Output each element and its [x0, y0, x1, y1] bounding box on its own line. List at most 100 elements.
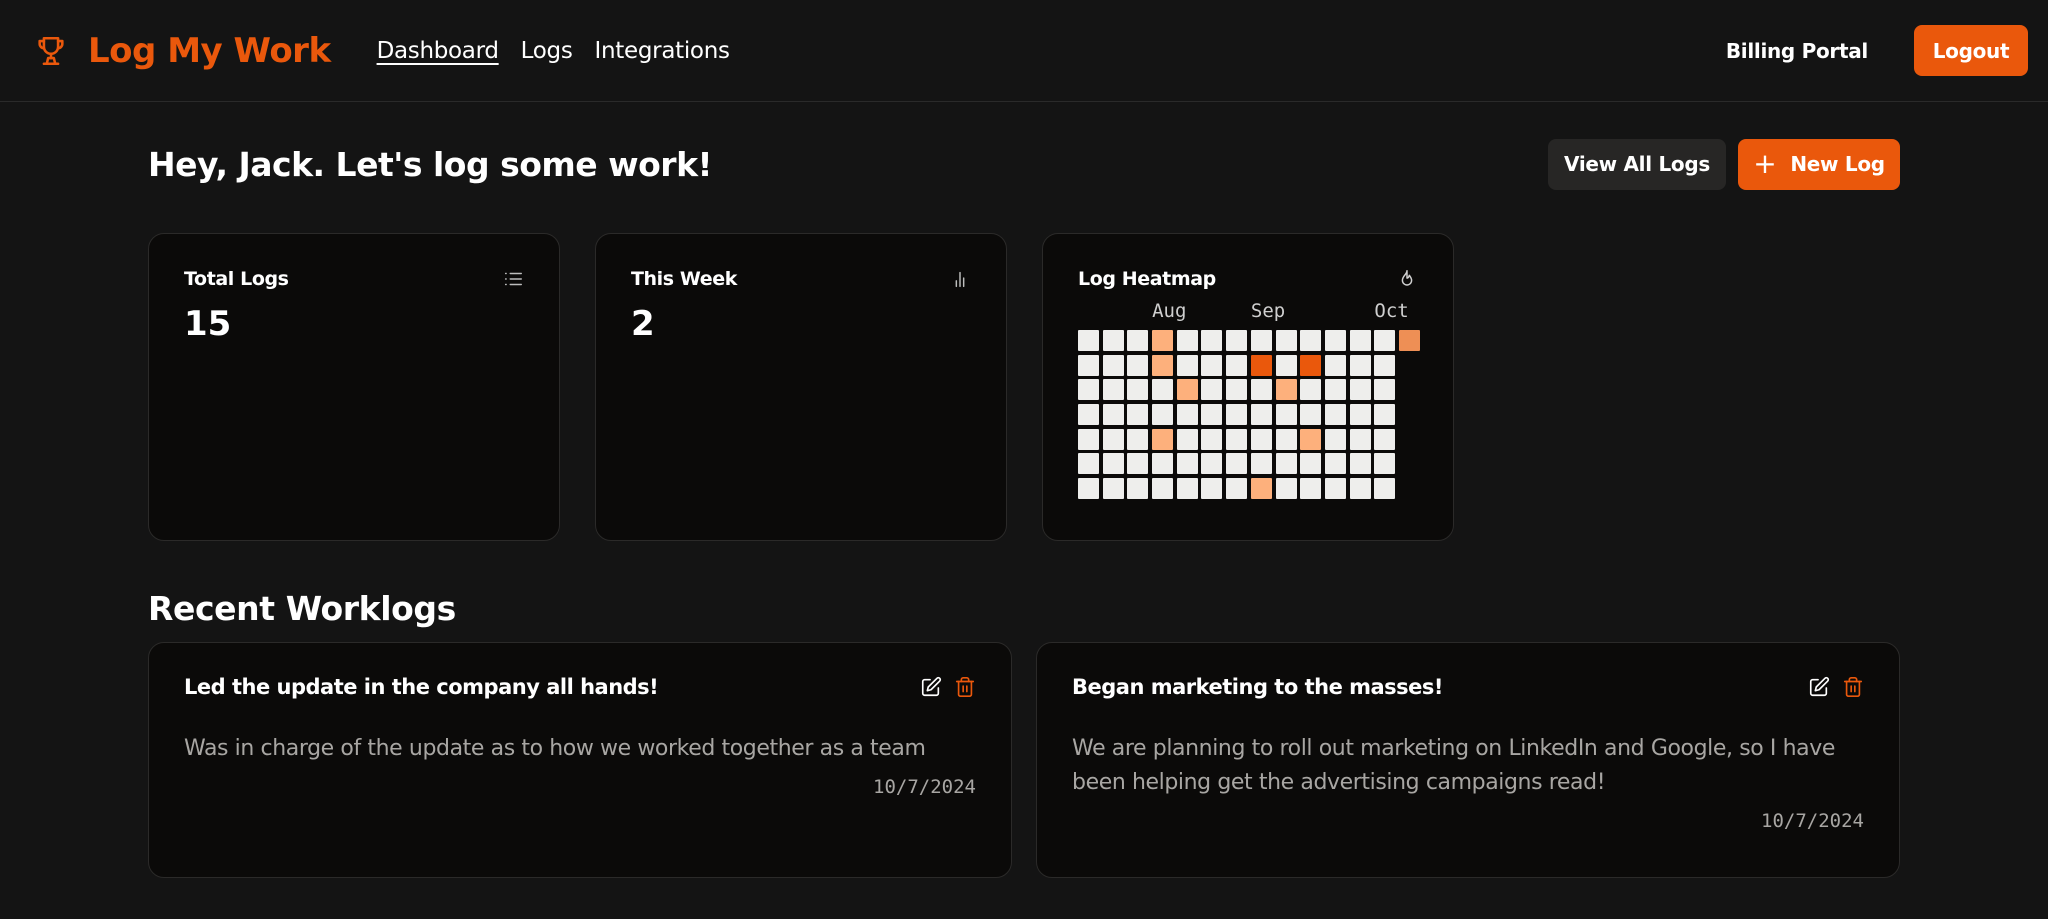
- heatmap-cell[interactable]: [1374, 478, 1396, 500]
- heatmap-cell[interactable]: [1176, 379, 1198, 401]
- heatmap-cell[interactable]: [1152, 428, 1174, 450]
- heatmap-cell[interactable]: [1275, 379, 1297, 401]
- trash-icon[interactable]: [954, 676, 976, 698]
- heatmap-cell[interactable]: [1127, 404, 1149, 426]
- view-all-logs-button[interactable]: View All Logs: [1548, 138, 1726, 190]
- heatmap-cell[interactable]: [1102, 404, 1124, 426]
- heatmap-cell[interactable]: [1300, 478, 1322, 500]
- heatmap-cell[interactable]: [1398, 330, 1420, 351]
- heatmap-cell[interactable]: [1324, 330, 1346, 351]
- heatmap-cell[interactable]: [1324, 354, 1346, 376]
- heatmap-cell[interactable]: [1102, 354, 1124, 376]
- heatmap-cell[interactable]: [1300, 404, 1322, 426]
- heatmap-cell[interactable]: [1226, 330, 1248, 351]
- heatmap-cell[interactable]: [1176, 354, 1198, 376]
- heatmap-cell[interactable]: [1078, 404, 1099, 426]
- heatmap-cell[interactable]: [1201, 478, 1223, 500]
- heatmap-cell[interactable]: [1152, 330, 1174, 351]
- heatmap-cell[interactable]: [1250, 453, 1272, 475]
- heatmap-cell[interactable]: [1201, 379, 1223, 401]
- heatmap-cell[interactable]: [1275, 404, 1297, 426]
- heatmap-cell[interactable]: [1275, 354, 1297, 376]
- heatmap-cell[interactable]: [1374, 453, 1396, 475]
- heatmap-cell[interactable]: [1201, 404, 1223, 426]
- nav-integrations[interactable]: Integrations: [595, 38, 730, 64]
- heatmap-cell[interactable]: [1349, 379, 1371, 401]
- heatmap-cell[interactable]: [1127, 478, 1149, 500]
- heatmap-cell[interactable]: [1324, 478, 1346, 500]
- heatmap-cell[interactable]: [1176, 453, 1198, 475]
- heatmap-cell[interactable]: [1275, 453, 1297, 475]
- heatmap-cell[interactable]: [1374, 354, 1396, 376]
- heatmap-cell[interactable]: [1324, 428, 1346, 450]
- heatmap-cell[interactable]: [1176, 330, 1198, 351]
- heatmap-cell[interactable]: [1324, 404, 1346, 426]
- heatmap-cell[interactable]: [1127, 428, 1149, 450]
- heatmap-cell[interactable]: [1300, 379, 1322, 401]
- heatmap-cell[interactable]: [1349, 330, 1371, 351]
- heatmap-cell[interactable]: [1078, 379, 1099, 401]
- heatmap-cell[interactable]: [1102, 379, 1124, 401]
- heatmap-cell[interactable]: [1201, 354, 1223, 376]
- heatmap-cell[interactable]: [1300, 330, 1322, 351]
- heatmap-cell[interactable]: [1349, 428, 1371, 450]
- heatmap-cell[interactable]: [1201, 453, 1223, 475]
- heatmap-cell[interactable]: [1374, 330, 1396, 351]
- heatmap-cell[interactable]: [1226, 379, 1248, 401]
- heatmap-cell[interactable]: [1324, 453, 1346, 475]
- heatmap-cell[interactable]: [1127, 379, 1149, 401]
- edit-icon[interactable]: [920, 676, 942, 698]
- worklog-card[interactable]: Began marketing to the masses! We are pl…: [1036, 642, 1900, 878]
- heatmap-cell[interactable]: [1078, 354, 1099, 376]
- heatmap-cell[interactable]: [1374, 428, 1396, 450]
- heatmap-cell[interactable]: [1102, 330, 1124, 351]
- heatmap-cell[interactable]: [1102, 428, 1124, 450]
- heatmap-cell[interactable]: [1349, 404, 1371, 426]
- heatmap-cell[interactable]: [1349, 478, 1371, 500]
- heatmap-cell[interactable]: [1374, 379, 1396, 401]
- heatmap-cell[interactable]: [1226, 453, 1248, 475]
- heatmap-cell[interactable]: [1176, 428, 1198, 450]
- heatmap-cell[interactable]: [1226, 478, 1248, 500]
- worklog-card[interactable]: Led the update in the company all hands!: [148, 642, 1012, 878]
- heatmap-cell[interactable]: [1201, 428, 1223, 450]
- heatmap-cell[interactable]: [1250, 428, 1272, 450]
- nav-dashboard[interactable]: Dashboard: [377, 38, 499, 64]
- heatmap-cell[interactable]: [1176, 404, 1198, 426]
- heatmap-cell[interactable]: [1250, 404, 1272, 426]
- heatmap-cell[interactable]: [1300, 453, 1322, 475]
- heatmap-cell[interactable]: [1127, 330, 1149, 351]
- heatmap-cell[interactable]: [1176, 478, 1198, 500]
- heatmap-cell[interactable]: [1226, 404, 1248, 426]
- heatmap-cell[interactable]: [1201, 330, 1223, 351]
- new-log-button[interactable]: + New Log: [1738, 138, 1900, 190]
- heatmap-cell[interactable]: [1078, 330, 1099, 351]
- heatmap-cell[interactable]: [1349, 354, 1371, 376]
- heatmap-cell[interactable]: [1078, 478, 1099, 500]
- heatmap-cell[interactable]: [1152, 453, 1174, 475]
- brand[interactable]: Log My Work: [34, 31, 331, 71]
- heatmap-cell[interactable]: [1102, 453, 1124, 475]
- heatmap-cell[interactable]: [1250, 330, 1272, 351]
- heatmap-cell[interactable]: [1300, 354, 1322, 376]
- heatmap-cell[interactable]: [1127, 354, 1149, 376]
- heatmap-cell[interactable]: [1275, 428, 1297, 450]
- heatmap-cell[interactable]: [1226, 354, 1248, 376]
- heatmap-cell[interactable]: [1152, 404, 1174, 426]
- heatmap-cell[interactable]: [1152, 354, 1174, 376]
- heatmap-cell[interactable]: [1226, 428, 1248, 450]
- heatmap-cell[interactable]: [1250, 354, 1272, 376]
- heatmap-cell[interactable]: [1078, 453, 1099, 475]
- heatmap-cell[interactable]: [1250, 379, 1272, 401]
- nav-logs[interactable]: Logs: [521, 38, 573, 64]
- heatmap-cell[interactable]: [1152, 478, 1174, 500]
- heatmap-cell[interactable]: [1250, 478, 1272, 500]
- heatmap-cell[interactable]: [1078, 428, 1099, 450]
- billing-portal-link[interactable]: Billing Portal: [1726, 39, 1868, 63]
- heatmap-cell[interactable]: [1275, 478, 1297, 500]
- heatmap-cell[interactable]: [1102, 478, 1124, 500]
- edit-icon[interactable]: [1808, 676, 1830, 698]
- heatmap-cell[interactable]: [1152, 379, 1174, 401]
- trash-icon[interactable]: [1842, 676, 1864, 698]
- heatmap-cell[interactable]: [1324, 379, 1346, 401]
